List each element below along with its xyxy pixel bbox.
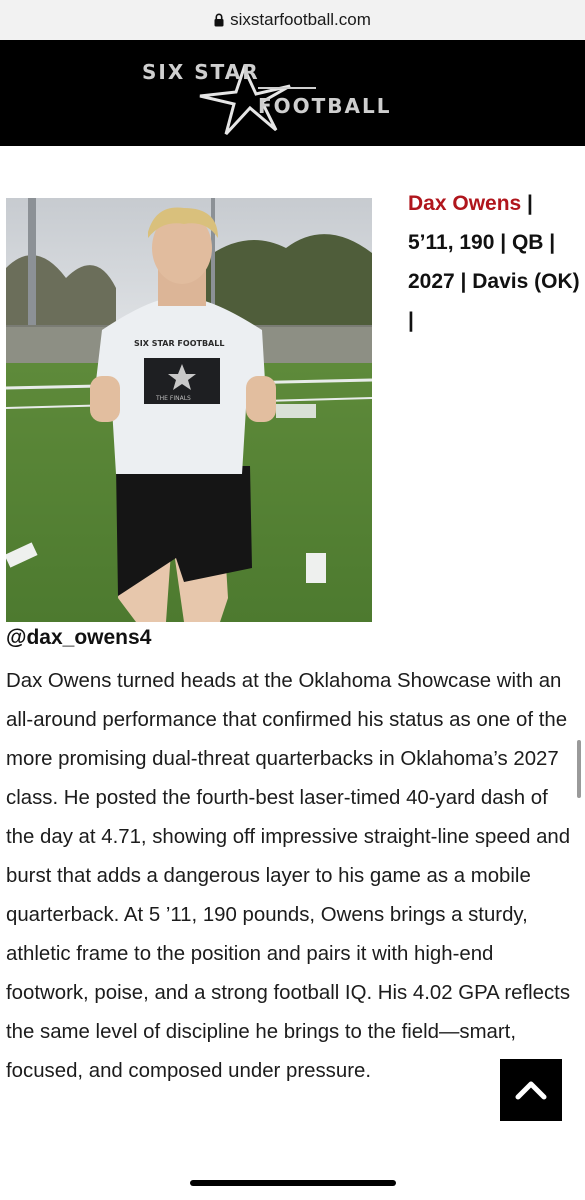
logo-text-top: SIX STAR — [142, 60, 260, 84]
article-body: Dax Owens turned heads at the Oklahoma S… — [6, 670, 571, 1082]
chevron-up-icon — [515, 1081, 547, 1100]
url-text: sixstarfootball.com — [230, 10, 371, 29]
player-name-link[interactable]: Dax Owens — [408, 192, 521, 215]
site-logo[interactable]: SIX STAR FOOTBALL — [140, 48, 440, 140]
lock-icon — [214, 13, 224, 27]
card-text: THE FINALS — [155, 395, 191, 402]
home-indicator[interactable] — [190, 1180, 396, 1186]
social-handle: @dax_owens4 — [6, 626, 152, 649]
logo-text-bottom: FOOTBALL — [258, 94, 392, 118]
scroll-to-top-button[interactable] — [500, 1059, 562, 1121]
article-headline: Dax Owens | 5’11, 190 | QB | 2027 | Davi… — [408, 184, 580, 340]
browser-address-bar[interactable]: sixstarfootball.com — [0, 0, 585, 40]
site-header-banner: SIX STAR FOOTBALL — [0, 40, 585, 146]
shirt-text: SIX STAR FOOTBALL — [134, 339, 224, 348]
scrollbar[interactable] — [577, 740, 581, 798]
player-photo: SIX STAR FOOTBALL THE FINALS — [6, 198, 372, 622]
